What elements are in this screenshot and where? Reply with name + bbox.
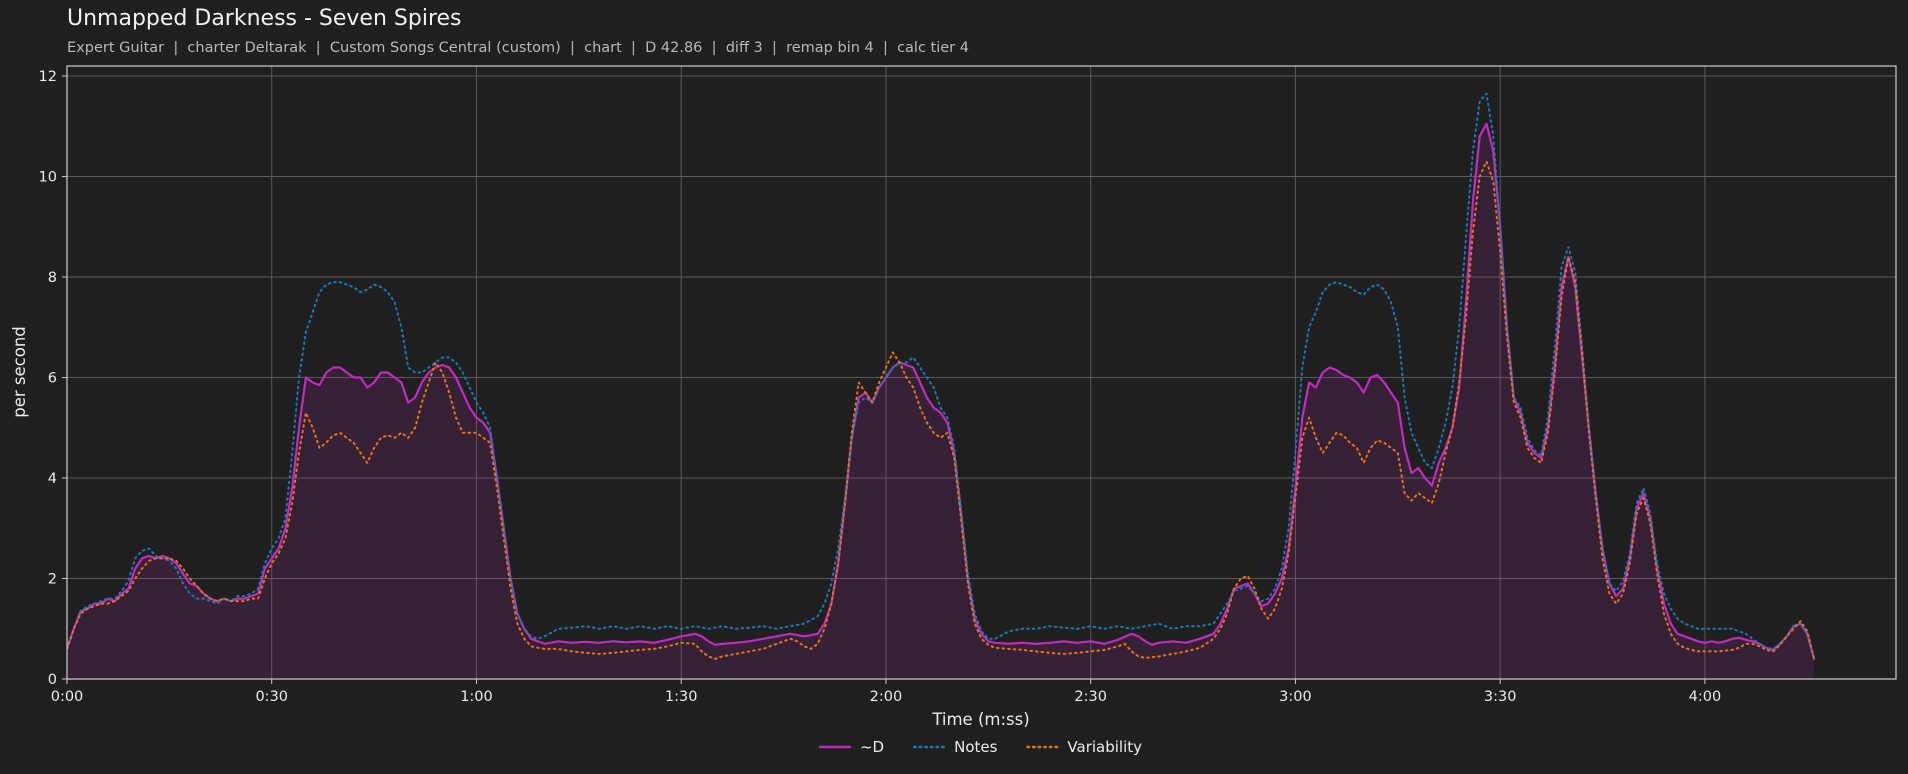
x-tick-label: 0:00	[51, 689, 84, 705]
x-axis-label: Time (m:ss)	[931, 710, 1029, 729]
x-tick-label: 2:30	[1074, 689, 1107, 705]
legend-label-d: ~D	[860, 738, 884, 756]
chart-figure: Unmapped Darkness - Seven Spires Expert …	[0, 0, 1908, 774]
y-tick-label: 10	[39, 170, 57, 186]
legend-label-notes: Notes	[954, 738, 998, 756]
y-tick-label: 6	[48, 371, 57, 387]
y-tick-label: 8	[48, 270, 57, 286]
x-tick-label: 1:30	[665, 689, 698, 705]
x-tick-label: 1:00	[460, 689, 493, 705]
plot-area: 0:00 0:30 1:00 1:30 2:00 2:30 3:00 3:30 4:00 0 2 4 6…	[10, 65, 1897, 756]
legend-label-variability: Variability	[1067, 738, 1142, 756]
y-tick-label: 4	[48, 471, 57, 487]
y-tick-label: 2	[48, 572, 57, 588]
x-tick-label: 3:30	[1484, 689, 1517, 705]
x-tick-label: 0:30	[255, 689, 288, 705]
y-axis-label: per second	[10, 326, 29, 418]
x-tick-label: 4:00	[1689, 689, 1722, 705]
y-tick-label: 0	[48, 672, 57, 688]
y-tick-label: 12	[39, 69, 57, 85]
fill-layer	[67, 123, 1815, 679]
x-tick-label: 2:00	[870, 689, 903, 705]
x-tick-label: 3:00	[1279, 689, 1312, 705]
legend: ~D Notes Variability	[818, 738, 1142, 756]
series-area-d	[67, 123, 1815, 679]
